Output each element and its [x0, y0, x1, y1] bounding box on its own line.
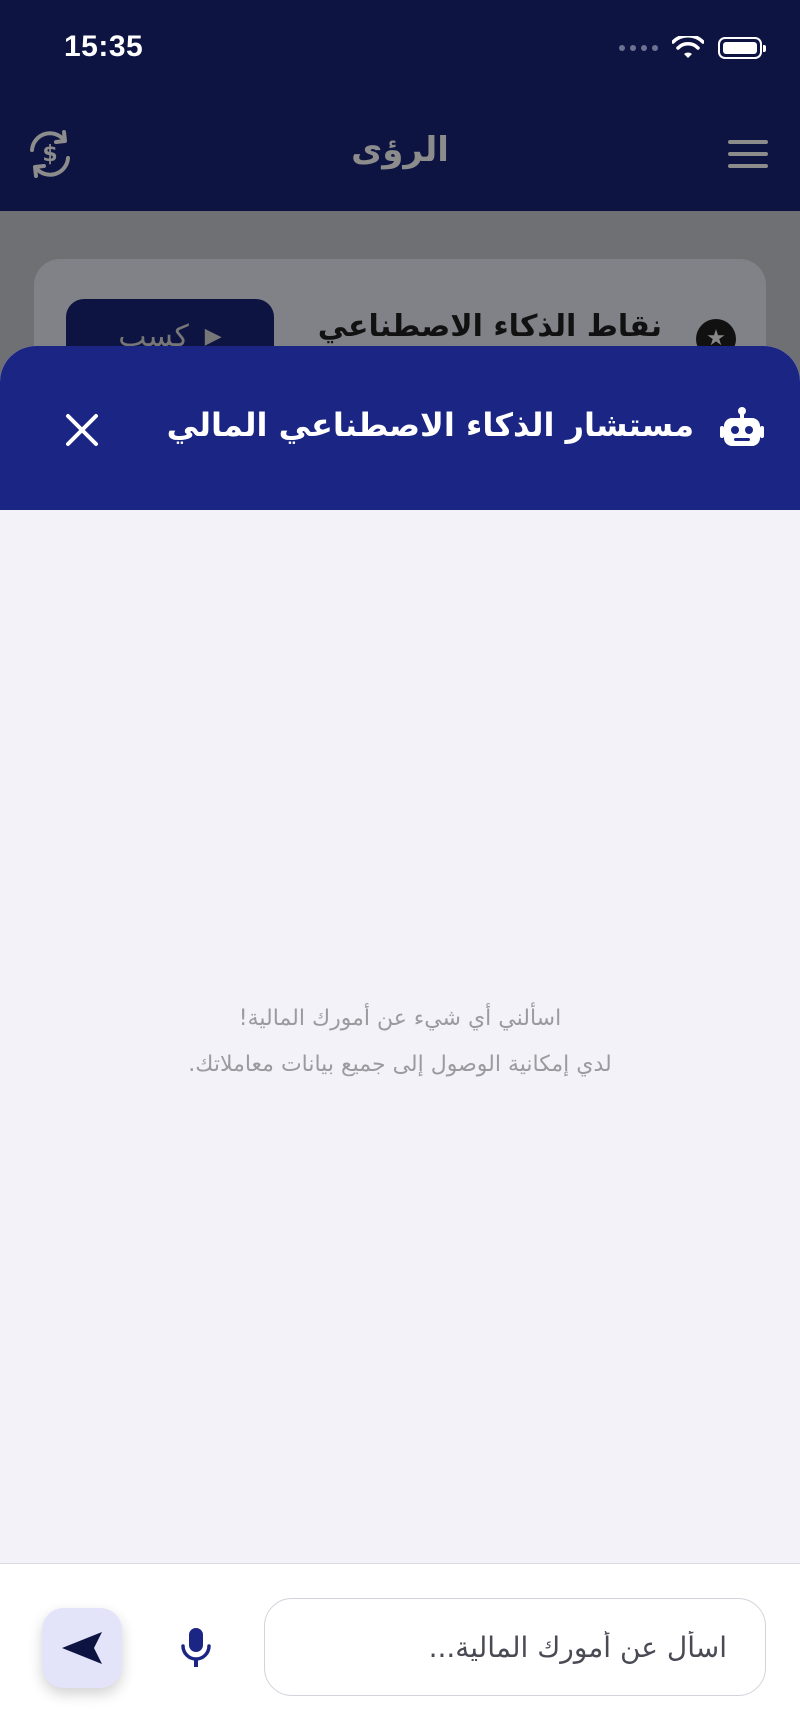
battery-icon [718, 37, 766, 59]
sheet-header: مستشار الذكاء الاصطناعي المالي [0, 346, 800, 510]
sheet-title: مستشار الذكاء الاصطناعي المالي [166, 406, 694, 444]
send-icon [62, 1632, 102, 1664]
status-time: 15:35 [64, 30, 144, 63]
status-icons [619, 36, 766, 60]
page-title: الرؤى [351, 130, 449, 170]
close-icon [66, 414, 98, 446]
empty-state-message: اسألني أي شيء عن أمورك المالية! لدي إمكا… [0, 996, 800, 1088]
hamburger-menu-button[interactable] [728, 140, 768, 170]
send-button[interactable] [42, 1608, 122, 1688]
app-header: 15:35 $ الرؤى [0, 0, 800, 211]
empty-state-line-2: لدي إمكانية الوصول إلى جميع بيانات معامل… [188, 1052, 612, 1077]
robot-icon [720, 407, 764, 446]
cellular-signal-icon [619, 45, 658, 51]
empty-state-line-1: اسألني أي شيء عن أمورك المالية! [238, 1006, 562, 1031]
wifi-icon [672, 36, 704, 58]
microphone-button[interactable] [176, 1626, 216, 1670]
hamburger-menu-icon [728, 140, 768, 144]
play-icon: ▶ [204, 323, 222, 349]
microphone-icon [181, 1628, 211, 1667]
message-composer [0, 1563, 800, 1732]
message-input[interactable] [264, 1598, 766, 1696]
close-button[interactable] [60, 408, 104, 452]
ai-advisor-sheet: مستشار الذكاء الاصطناعي المالي اسألني أي… [0, 346, 800, 1731]
ai-points-title: نقاط الذكاء الاصطناعي [317, 309, 662, 344]
